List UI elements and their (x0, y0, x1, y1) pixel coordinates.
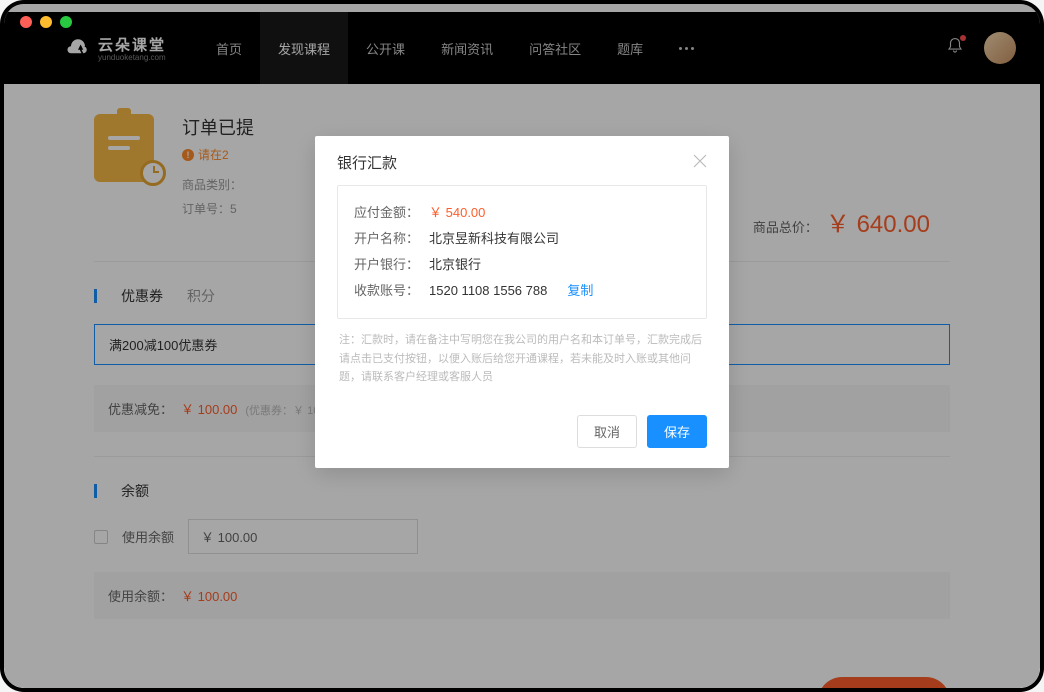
account-holder-name: 北京昱新科技有限公司 (429, 226, 559, 252)
save-button[interactable]: 保存 (647, 415, 707, 448)
copy-button[interactable]: 复制 (567, 278, 593, 304)
close-icon (693, 154, 707, 168)
modal-title: 银行汇款 (337, 152, 397, 173)
modal-note: 注：汇款时，请在备注中写明您在我公司的用户名和本订单号，汇款完成后请点击已支付按… (337, 319, 707, 387)
minimize-window-icon[interactable] (40, 16, 52, 28)
close-window-icon[interactable] (20, 16, 32, 28)
bank-name: 北京银行 (429, 252, 481, 278)
modal-overlay[interactable]: 银行汇款 应付金额： ￥ 540.00 开户名称： 北京昱新科技有限公司 (4, 4, 1040, 688)
modal-close-button[interactable] (693, 152, 707, 173)
modal-amount: ￥ 540.00 (429, 200, 485, 226)
bank-info-box: 应付金额： ￥ 540.00 开户名称： 北京昱新科技有限公司 开户银行： 北京… (337, 185, 707, 319)
traffic-lights (20, 16, 72, 28)
maximize-window-icon[interactable] (60, 16, 72, 28)
cancel-button[interactable]: 取消 (577, 415, 637, 448)
bank-transfer-modal: 银行汇款 应付金额： ￥ 540.00 开户名称： 北京昱新科技有限公司 (315, 136, 729, 468)
account-number: 1520 1108 1556 788 (429, 278, 547, 304)
